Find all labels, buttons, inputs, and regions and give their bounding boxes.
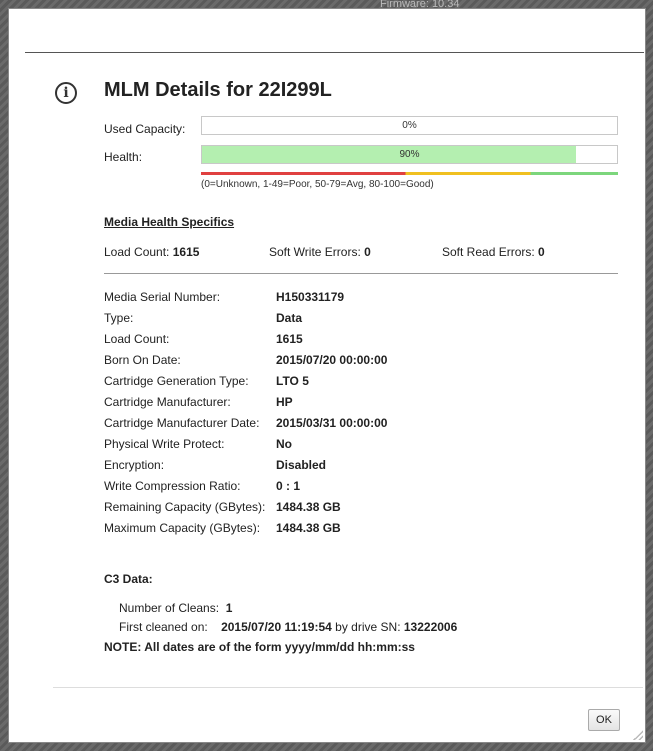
c3-data-heading: C3 Data:	[104, 572, 153, 586]
detail-label: Cartridge Manufacturer Date:	[104, 416, 260, 430]
load-count-stat-value: 1615	[172, 245, 200, 259]
number-of-cleans-row: Number of Cleans: 1	[119, 601, 232, 615]
section-divider	[104, 273, 618, 274]
by-drive-label: by drive SN:	[335, 620, 401, 634]
ok-button[interactable]: OK	[588, 709, 620, 731]
number-of-cleans-label: Number of Cleans:	[119, 601, 220, 615]
health-legend: (0=Unknown, 1-49=Poor, 50-79=Avg, 80-100…	[201, 179, 434, 190]
load-count-stat: Load Count: 1615	[104, 245, 199, 259]
first-cleaned-row: First cleaned on: 2015/07/20 11:19:54 by…	[119, 620, 457, 634]
detail-value: Data	[276, 311, 303, 325]
soft-read-errors-label: Soft Read Errors:	[442, 245, 535, 259]
detail-label: Physical Write Protect:	[104, 437, 225, 451]
detail-value: HP	[276, 395, 293, 409]
detail-label: Maximum Capacity (GBytes):	[104, 521, 261, 535]
detail-value: 0 : 1	[276, 479, 301, 493]
dialog-title: MLM Details for 22I299L	[104, 79, 332, 101]
detail-value: 2015/03/31 00:00:00	[276, 416, 388, 430]
detail-value: 1615	[276, 332, 303, 346]
detail-label: Born On Date:	[104, 353, 181, 367]
soft-read-errors-value: 0	[538, 245, 545, 259]
detail-value: LTO 5	[276, 374, 309, 388]
drive-sn-value: 13222006	[403, 620, 458, 634]
detail-label: Encryption:	[104, 458, 165, 472]
used-capacity-label: Used Capacity:	[104, 122, 186, 136]
soft-read-errors-stat: Soft Read Errors: 0	[442, 245, 545, 259]
health-value: 90%	[399, 149, 420, 160]
header-divider	[25, 52, 644, 53]
used-capacity-value: 0%	[402, 120, 417, 131]
detail-value: H150331179	[276, 290, 345, 304]
soft-write-errors-label: Soft Write Errors:	[269, 245, 361, 259]
detail-value: 1484.38 GB	[276, 500, 341, 514]
footer-divider	[53, 687, 643, 688]
soft-write-errors-value: 0	[364, 245, 371, 259]
media-health-specifics-link[interactable]: Media Health Specifics	[104, 215, 234, 229]
detail-label: Type:	[104, 311, 134, 325]
detail-label: Remaining Capacity (GBytes):	[104, 500, 266, 514]
first-cleaned-label: First cleaned on:	[119, 620, 208, 634]
detail-value: 2015/07/20 00:00:00	[276, 353, 388, 367]
date-format-note: NOTE: All dates are of the form yyyy/mm/…	[104, 640, 415, 654]
info-icon: i	[55, 82, 77, 104]
load-count-stat-label: Load Count:	[104, 245, 170, 259]
detail-label: Cartridge Manufacturer:	[104, 395, 231, 409]
resize-grip-icon[interactable]	[633, 730, 643, 740]
used-capacity-bar: 0%	[201, 116, 618, 135]
soft-write-errors-stat: Soft Write Errors: 0	[269, 245, 371, 259]
detail-label: Media Serial Number:	[104, 290, 221, 304]
health-bar: 90%	[201, 145, 618, 164]
detail-label: Write Compression Ratio:	[104, 479, 241, 493]
detail-label: Load Count:	[104, 332, 170, 346]
number-of-cleans-value: 1	[225, 601, 233, 615]
first-cleaned-value: 2015/07/20 11:19:54	[221, 620, 332, 634]
mlm-details-dialog: i MLM Details for 22I299L Used Capacity:…	[8, 8, 646, 743]
detail-value: No	[276, 437, 292, 451]
detail-value: Disabled	[276, 458, 327, 472]
health-scale-strip	[201, 172, 618, 175]
detail-value: 1484.38 GB	[276, 521, 341, 535]
detail-label: Cartridge Generation Type:	[104, 374, 249, 388]
health-label: Health:	[104, 150, 143, 164]
